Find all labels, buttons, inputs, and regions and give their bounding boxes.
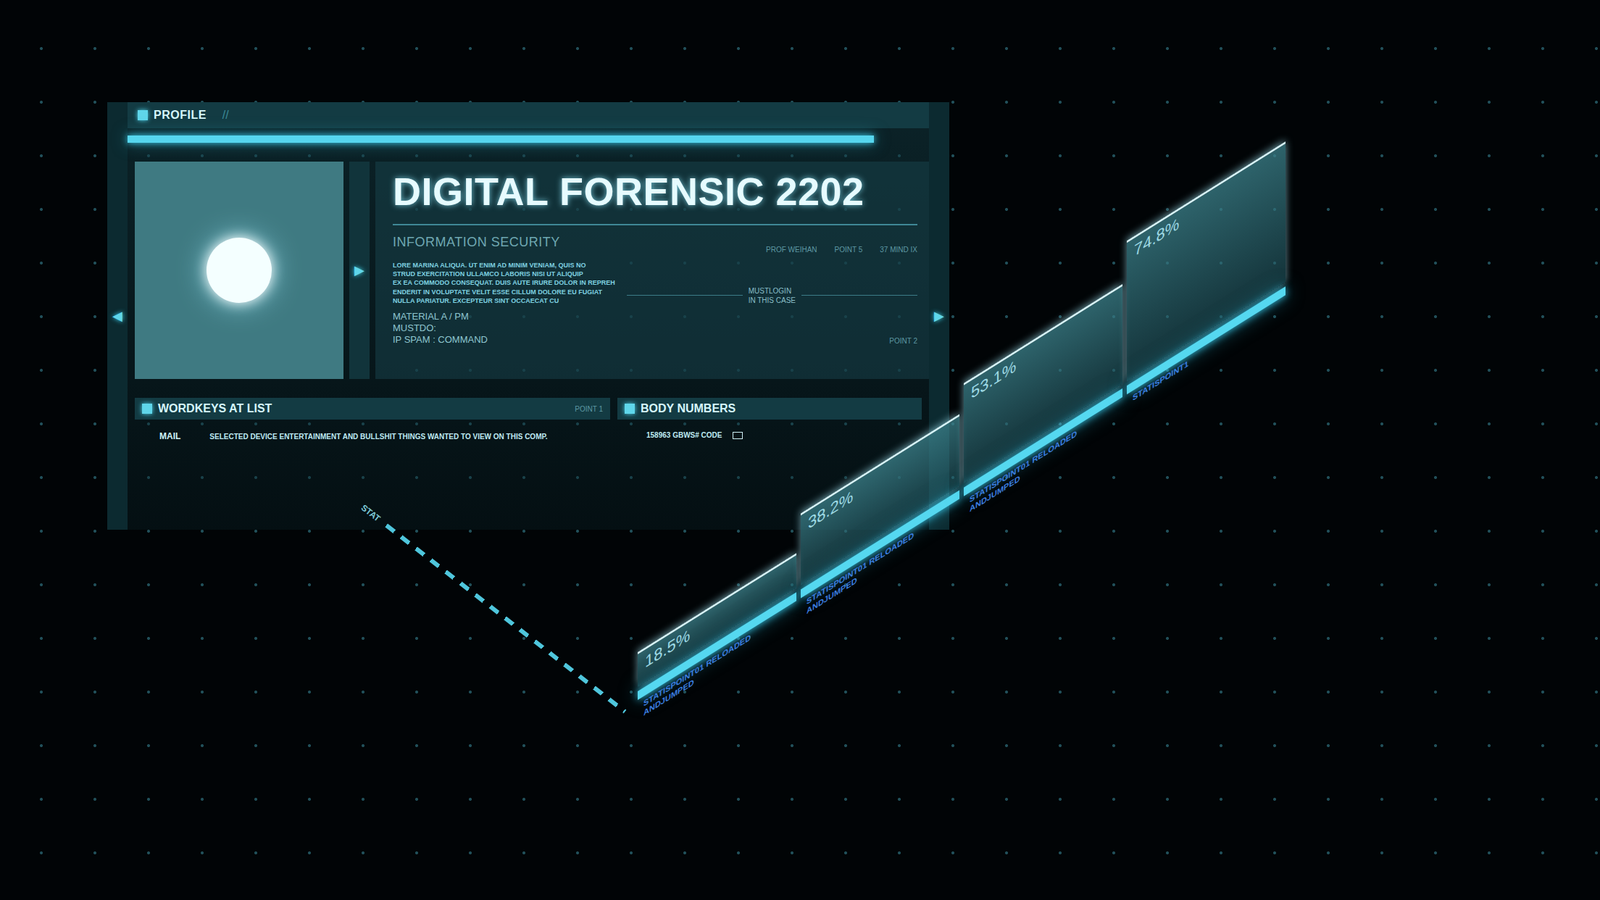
chart-segment: 53.1%STATISPOINT01 RELOADEDANDJUMPED <box>963 284 1123 522</box>
note-area: MUSTLOGININ THIS CASE <box>626 260 918 306</box>
profile-header: PROFILE // <box>127 102 929 129</box>
case-title: DIGITAL FORENSIC 2202 <box>392 168 918 214</box>
box-icon <box>732 431 743 440</box>
next-arrow-icon[interactable]: ▶ <box>354 263 365 277</box>
chart-fill: 18.5% <box>637 552 797 687</box>
hud-stage: ◀ PROFILE // ▶ DIGITAL FORENSIC 2202 INFORMAT… <box>0 0 1600 900</box>
meta-list: PROF WEIHAN POINT 5 37 MIND IX <box>765 232 918 256</box>
note-line: MUSTLOGIN <box>748 286 796 296</box>
profile-main: PROFILE // ▶ DIGITAL FORENSIC 2202 INFORMATI… <box>127 102 929 530</box>
body-numbers-title: BODY NUMBERS <box>640 400 736 418</box>
chart-fill: 74.8% <box>1126 141 1286 382</box>
profile-info: DIGITAL FORENSIC 2202 INFORMATION SECURIT… <box>375 161 929 379</box>
chart-segment: 38.2%STATISPOINT01 RELOADEDANDJUMPED <box>800 413 960 623</box>
point-label: POINT 2 <box>889 335 918 347</box>
case-subtitle: INFORMATION SECURITY <box>392 232 561 253</box>
wordkeys-section: WORDKEYS AT LIST POINT 1 MAIL SELECTED DEVI… <box>134 397 611 446</box>
thin-line <box>626 294 743 296</box>
chart-segment: 18.5%STATISPOINT01 RELOADEDANDJUMPED <box>637 552 797 725</box>
light-orb-icon <box>206 237 272 303</box>
next-arrow-icon[interactable]: ▶ <box>934 309 945 323</box>
profile-title: PROFILE <box>153 106 207 124</box>
sections: WORDKEYS AT LIST POINT 1 MAIL SELECTED DEVI… <box>127 378 929 459</box>
body-numbers-section: BODY NUMBERS 158963 GBWS# CODE <box>617 397 922 446</box>
meta-item: 37 MIND IX <box>879 244 918 256</box>
detail-row: LORE MARINA ALIQUA. UT ENIM AD MINIM VEN… <box>392 260 918 306</box>
note-lines: MUSTLOGININ THIS CASE <box>748 286 796 306</box>
body-line: EX EA COMMODO CONSEQUAT. DUIS AUTE IRURE… <box>392 278 616 287</box>
square-icon <box>142 403 153 414</box>
body-line: STRUD EXERCITATION ULLAMCO LABORIS NISI … <box>392 269 616 279</box>
body-line: NULLA PARIATUR. EXCEPTEUR SINT OCCAECAT … <box>392 296 616 306</box>
glow-bar <box>127 135 874 143</box>
code-text: 158963 GBWS# CODE <box>646 431 723 440</box>
percent-label: 74.8% <box>1134 152 1279 261</box>
left-rail: ◀ <box>107 102 128 530</box>
divider-line <box>392 223 918 226</box>
thin-line <box>801 294 918 296</box>
material-row: MATERIAL A / PMMUSTDO:IP SPAM : COMMAND P… <box>392 310 918 347</box>
square-icon <box>137 110 148 121</box>
note-row: MUSTLOGININ THIS CASE <box>626 286 918 306</box>
wordkeys-title: WORDKEYS AT LIST <box>157 400 272 418</box>
wordkey-text: SELECTED DEVICE ENTERTAINMENT AND BULLSH… <box>209 431 548 443</box>
meta-item: PROF WEIHAN <box>765 244 818 256</box>
material-line: MUSTDO: <box>392 322 488 335</box>
chart-segment: 74.8%STATISPOINT1 <box>1126 141 1286 419</box>
wordkeys-header: WORDKEYS AT LIST POINT 1 <box>134 397 611 420</box>
point-label: POINT 1 <box>574 403 603 415</box>
note-line: IN THIS CASE <box>748 295 796 306</box>
subtitle-row: INFORMATION SECURITY PROF WEIHAN POINT 5 37… <box>392 232 918 256</box>
percent-label: 53.1% <box>971 294 1116 403</box>
body-line: ENDERIT IN VOLUPTATE VELIT ESSE CILLUM D… <box>392 287 616 297</box>
profile-picture <box>134 161 344 379</box>
header-mark: // <box>222 106 229 124</box>
wordkey-row[interactable]: MAIL SELECTED DEVICE ENTERTAINMENT AND BU… <box>134 419 611 446</box>
square-icon <box>624 403 635 414</box>
middle-rail: ▶ <box>349 161 370 379</box>
prev-arrow-icon[interactable]: ◀ <box>112 309 123 323</box>
profile-panel: ◀ PROFILE // ▶ DIGITAL FORENSIC 2202 INFORMAT… <box>107 102 950 530</box>
body-lines: LORE MARINA ALIQUA. UT ENIM AD MINIM VEN… <box>392 260 616 306</box>
tick-strip <box>384 523 627 714</box>
body-numbers-header: BODY NUMBERS <box>617 397 922 420</box>
profile-body: ▶ DIGITAL FORENSIC 2202 INFORMATION SECURI… <box>127 151 929 379</box>
code-row: 158963 GBWS# CODE <box>617 419 922 444</box>
material-lines: MATERIAL A / PMMUSTDO:IP SPAM : COMMAND <box>392 310 488 347</box>
meta-item: POINT 5 <box>834 244 864 256</box>
stat-ruler: STAT <box>357 501 629 717</box>
material-line: IP SPAM : COMMAND <box>392 334 488 346</box>
body-line: LORE MARINA ALIQUA. UT ENIM AD MINIM VEN… <box>392 260 616 270</box>
wordkey-label: MAIL <box>159 429 181 443</box>
material-line: MATERIAL A / PM <box>392 310 488 323</box>
